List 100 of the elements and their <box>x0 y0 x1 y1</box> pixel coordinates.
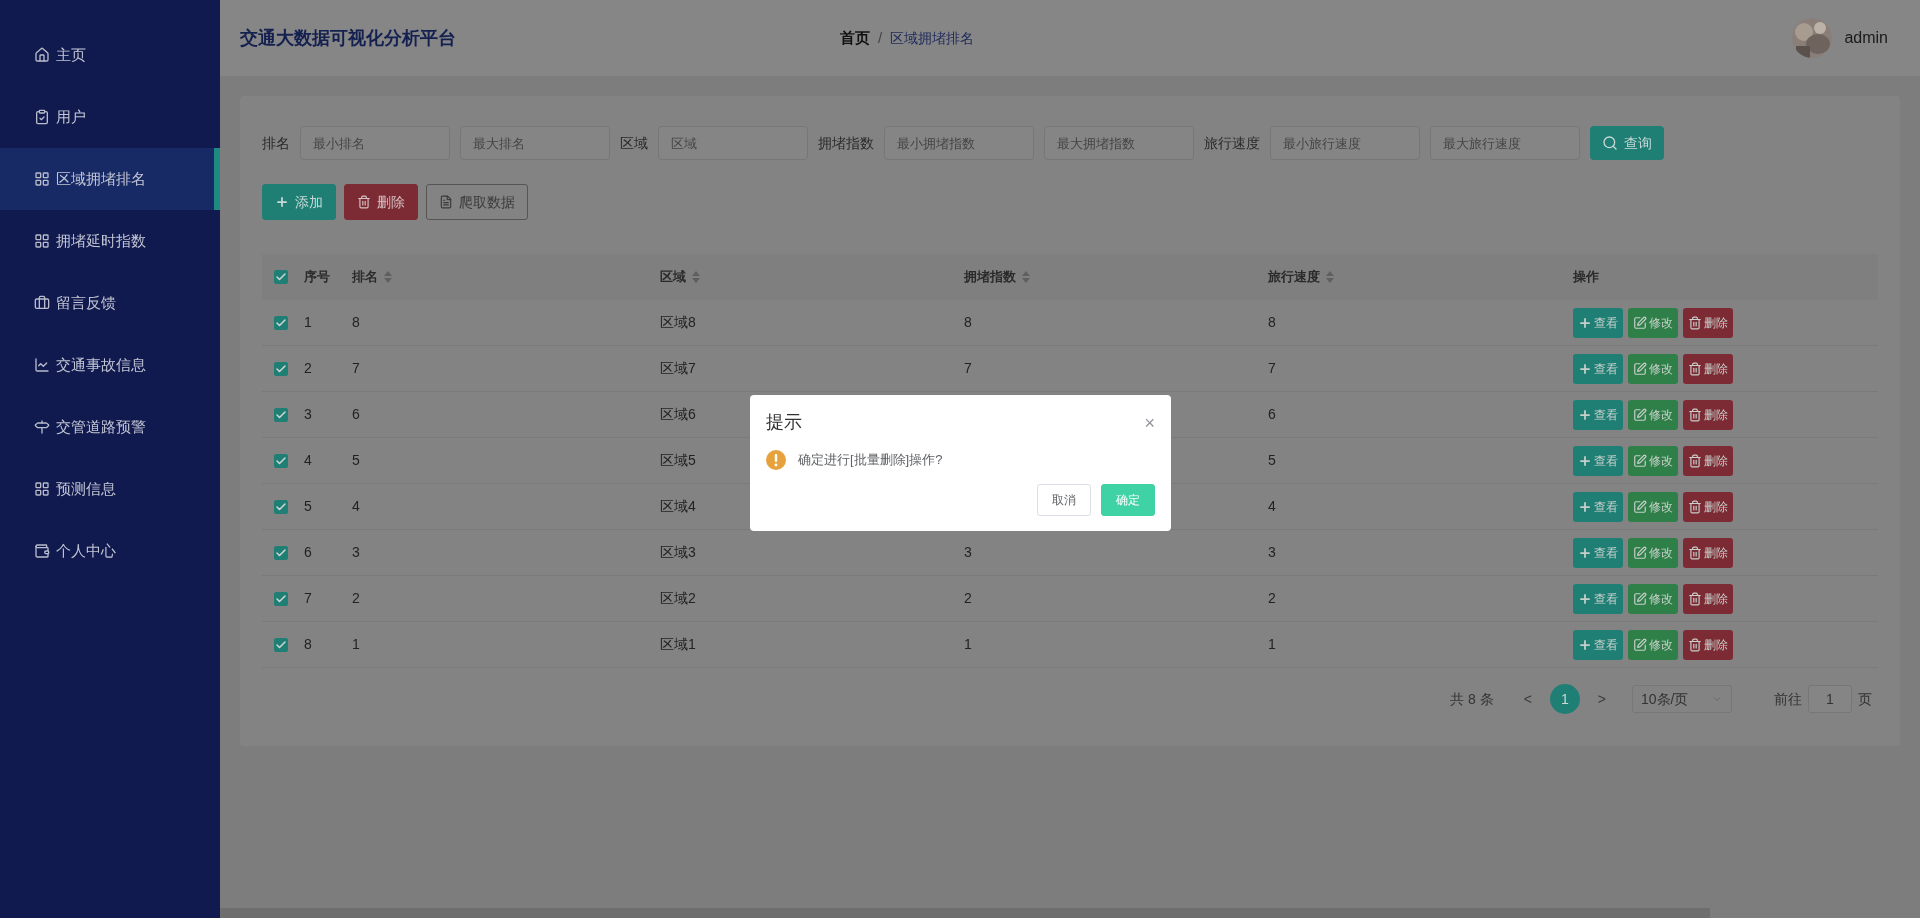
plus-icon <box>1578 637 1592 652</box>
row-action-button[interactable]: 修改 <box>1628 307 1678 338</box>
filter-field[interactable]: 最大拥堵指数 <box>1044 126 1194 160</box>
filter-field[interactable]: 最小排名 <box>300 126 450 160</box>
filter-field[interactable]: 最小拥堵指数 <box>884 126 1034 160</box>
plus-icon <box>275 195 289 209</box>
table-cell: 8 <box>304 636 312 652</box>
row-action-button[interactable]: 查看 <box>1573 307 1623 338</box>
column-header[interactable]: 旅行速度 <box>1268 267 1320 287</box>
row-action-button[interactable]: 修改 <box>1628 583 1678 614</box>
row-action-button[interactable]: 修改 <box>1628 629 1678 660</box>
checkbox[interactable] <box>274 637 288 652</box>
sidebar-item[interactable]: 区域拥堵排名 <box>0 148 220 210</box>
table-cell: 区域3 <box>660 544 696 560</box>
plus-icon <box>1578 545 1592 560</box>
checkbox[interactable] <box>274 270 288 284</box>
action-button[interactable]: 爬取数据 <box>426 184 528 220</box>
checkbox[interactable] <box>274 407 288 422</box>
filter-field[interactable]: 最大旅行速度 <box>1430 126 1580 160</box>
plus-icon <box>1578 315 1592 330</box>
plus-icon <box>1578 407 1592 422</box>
table-cell: 7 <box>1268 360 1276 376</box>
filter-field[interactable]: 最大排名 <box>460 126 610 160</box>
row-action-button[interactable]: 删除 <box>1683 307 1733 338</box>
row-action-button[interactable]: 查看 <box>1573 491 1623 522</box>
search-button[interactable]: 查询 <box>1590 126 1664 160</box>
filter-field[interactable]: 最小旅行速度 <box>1270 126 1420 160</box>
table-cell: 6 <box>1268 406 1276 422</box>
row-action-button[interactable]: 删除 <box>1683 583 1733 614</box>
edit-icon <box>1633 453 1647 468</box>
filter-label: 拥堵指数 <box>818 133 874 153</box>
grid-icon <box>34 481 50 497</box>
checkbox[interactable] <box>274 315 288 330</box>
prev-page-button[interactable]: < <box>1519 688 1536 710</box>
column-header[interactable]: 拥堵指数 <box>964 267 1016 287</box>
breadcrumb-item[interactable]: 首页 <box>840 26 870 50</box>
dialog-button[interactable]: 确定 <box>1101 484 1155 516</box>
filter-field[interactable]: 区域 <box>658 126 808 160</box>
row-action-button[interactable]: 修改 <box>1628 353 1678 384</box>
row-action-button[interactable]: 删除 <box>1683 445 1733 476</box>
table-cell: 5 <box>352 452 360 468</box>
horizontal-scrollbar[interactable] <box>220 908 1710 918</box>
sidebar-item[interactable]: 交管道路预警 <box>0 396 220 458</box>
sidebar-item[interactable]: 用户 <box>0 86 220 148</box>
table-cell: 区域8 <box>660 314 696 330</box>
column-header[interactable]: 区域 <box>660 267 686 287</box>
goto-page-field[interactable]: 1 <box>1808 685 1852 713</box>
grid-icon <box>34 171 50 187</box>
row-action-button[interactable]: 查看 <box>1573 629 1623 660</box>
page-size-select[interactable]: 10条/页 <box>1632 685 1732 713</box>
row-action-button[interactable]: 修改 <box>1628 445 1678 476</box>
trash-icon <box>1688 637 1702 652</box>
filter-label: 排名 <box>262 133 290 153</box>
briefcase-icon <box>34 295 50 311</box>
edit-icon <box>1633 361 1647 376</box>
plus-icon <box>1578 591 1592 606</box>
row-action-button[interactable]: 删除 <box>1683 399 1733 430</box>
sidebar-item[interactable]: 拥堵延时指数 <box>0 210 220 272</box>
table-cell: 2 <box>964 590 972 606</box>
table-cell: 2 <box>304 360 312 376</box>
sidebar-item[interactable]: 留言反馈 <box>0 272 220 334</box>
trash-icon <box>1688 453 1702 468</box>
sidebar-item[interactable]: 个人中心 <box>0 520 220 582</box>
checkbox[interactable] <box>274 499 288 514</box>
checkbox[interactable] <box>274 545 288 560</box>
row-action-button[interactable]: 修改 <box>1628 537 1678 568</box>
user-name[interactable]: admin <box>1844 26 1888 50</box>
row-action-button[interactable]: 修改 <box>1628 399 1678 430</box>
row-action-button[interactable]: 查看 <box>1573 445 1623 476</box>
table-cell: 1 <box>964 636 972 652</box>
checkbox[interactable] <box>274 361 288 376</box>
next-page-button[interactable]: > <box>1593 688 1610 710</box>
sidebar-item[interactable]: 主页 <box>0 24 220 86</box>
sidebar-item[interactable]: 交通事故信息 <box>0 334 220 396</box>
dialog-title: 提示 <box>766 411 802 434</box>
table-cell: 8 <box>352 314 360 330</box>
table-cell: 7 <box>964 360 972 376</box>
row-action-button[interactable]: 删除 <box>1683 491 1733 522</box>
action-button[interactable]: 删除 <box>344 184 418 220</box>
row-action-button[interactable]: 删除 <box>1683 537 1733 568</box>
table-cell: 区域2 <box>660 590 696 606</box>
checkbox[interactable] <box>274 591 288 606</box>
trash-icon <box>1688 499 1702 514</box>
row-action-button[interactable]: 查看 <box>1573 399 1623 430</box>
page-button[interactable]: 1 <box>1549 684 1580 714</box>
checkbox[interactable] <box>274 453 288 468</box>
row-action-button[interactable]: 查看 <box>1573 583 1623 614</box>
close-button[interactable]: × <box>1144 413 1155 432</box>
plus-icon <box>1578 499 1592 514</box>
wallet-icon <box>34 543 50 559</box>
column-header[interactable]: 排名 <box>352 267 378 287</box>
row-action-button[interactable]: 查看 <box>1573 353 1623 384</box>
breadcrumb-separator: / <box>878 27 883 48</box>
row-action-button[interactable]: 删除 <box>1683 629 1733 660</box>
row-action-button[interactable]: 删除 <box>1683 353 1733 384</box>
sidebar-item[interactable]: 预测信息 <box>0 458 220 520</box>
row-action-button[interactable]: 查看 <box>1573 537 1623 568</box>
row-action-button[interactable]: 修改 <box>1628 491 1678 522</box>
action-button[interactable]: 添加 <box>262 184 336 220</box>
dialog-button[interactable]: 取消 <box>1037 484 1091 516</box>
